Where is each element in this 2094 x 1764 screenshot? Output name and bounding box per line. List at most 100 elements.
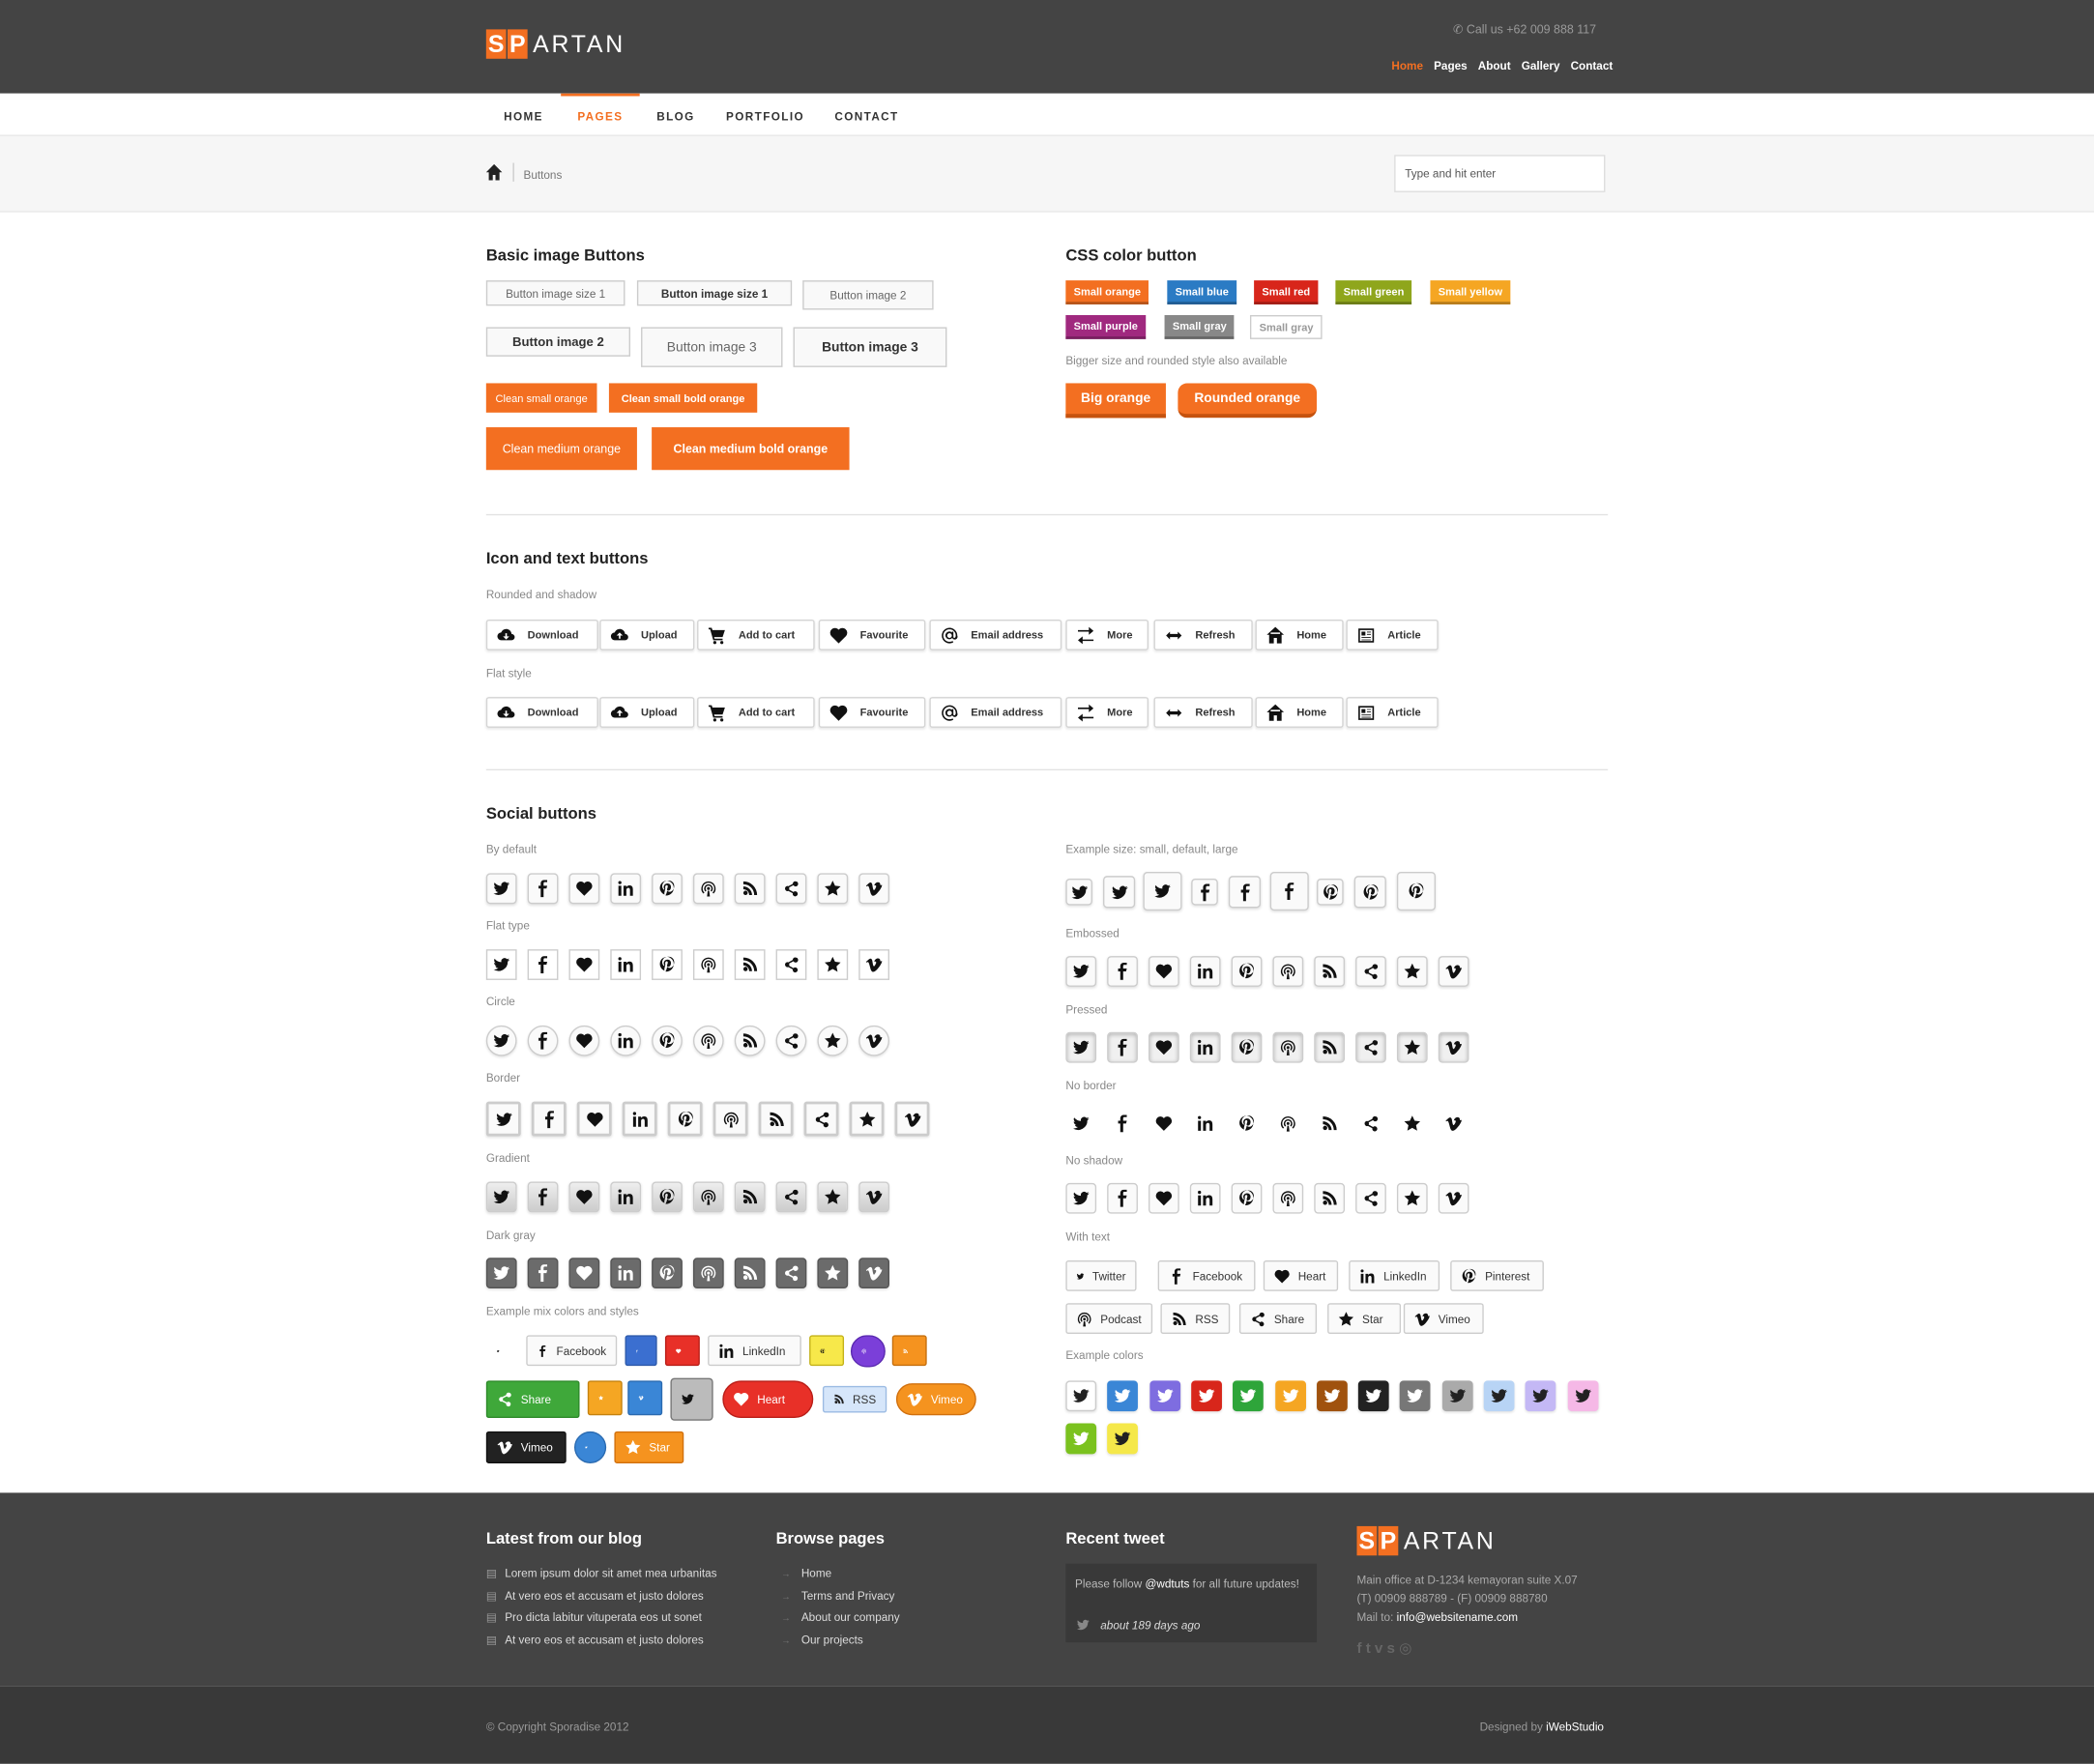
pinterest-button[interactable] xyxy=(652,1181,683,1213)
vimeo-button[interactable] xyxy=(627,1380,663,1416)
heart-button[interactable]: Favourite xyxy=(818,697,926,728)
star-button[interactable] xyxy=(1396,1182,1428,1214)
page-link-projects[interactable]: Our projects xyxy=(781,1633,863,1646)
twitter-color-button[interactable] xyxy=(1233,1380,1265,1412)
twitter-color-button[interactable] xyxy=(1065,1380,1097,1412)
clean-small-orange-button[interactable]: Clean small orange xyxy=(485,383,597,413)
facebook-button[interactable] xyxy=(531,1101,567,1137)
facebook-button[interactable] xyxy=(1107,1031,1138,1063)
podcast-button[interactable] xyxy=(692,949,724,980)
share-button[interactable] xyxy=(1355,1109,1386,1140)
small-purple-button[interactable]: Small purple xyxy=(1065,315,1147,339)
linkedin-button[interactable] xyxy=(622,1101,657,1137)
twitter-button[interactable] xyxy=(485,1181,517,1213)
star-text-button[interactable]: Star xyxy=(614,1431,684,1463)
nav-portfolio[interactable]: PORTFOLIO xyxy=(712,94,819,136)
button-image-size-1[interactable]: Button image size 1 xyxy=(485,280,625,306)
share-button[interactable] xyxy=(1355,956,1386,987)
linkedin-button[interactable] xyxy=(610,873,642,905)
star-button[interactable] xyxy=(587,1380,623,1416)
heart-button[interactable] xyxy=(568,949,600,980)
twitter-button[interactable] xyxy=(573,1431,607,1463)
heart-text-button[interactable]: Heart xyxy=(722,1380,814,1419)
twitter-button[interactable] xyxy=(1065,956,1097,987)
clean-medium-bold-orange-button[interactable]: Clean medium bold orange xyxy=(652,427,850,471)
cart-button[interactable]: Add to cart xyxy=(697,697,815,728)
facebook-button[interactable] xyxy=(527,1025,559,1056)
twitter-button[interactable] xyxy=(485,1258,517,1289)
twitter-button[interactable] xyxy=(485,873,517,905)
pinterest-button[interactable] xyxy=(1232,1109,1263,1140)
podcast-button[interactable] xyxy=(1272,1031,1304,1063)
button-image-2-bold[interactable]: Button image 2 xyxy=(485,327,631,357)
vimeo-button[interactable] xyxy=(1439,1109,1469,1140)
toplink-gallery[interactable]: Gallery xyxy=(1522,59,1560,72)
share-button[interactable] xyxy=(775,873,807,905)
heart-button[interactable] xyxy=(1148,956,1179,987)
cart-button[interactable]: Add to cart xyxy=(697,619,815,651)
facebook-button[interactable] xyxy=(1107,1109,1138,1140)
blog-link[interactable]: ▤ At vero eos et accusam et justo dolores xyxy=(486,1633,704,1647)
twitter-button[interactable] xyxy=(485,1101,521,1137)
facebook-text-button[interactable]: Facebook xyxy=(1157,1260,1256,1291)
linkedin-button[interactable] xyxy=(1189,1182,1221,1214)
small-red-button[interactable]: Small red xyxy=(1254,280,1319,304)
twitter-color-button[interactable] xyxy=(1274,1380,1306,1412)
vimeo-button[interactable] xyxy=(858,949,889,980)
facebook-button[interactable] xyxy=(1107,956,1138,987)
linkedin-text-button[interactable]: LinkedIn xyxy=(708,1335,801,1367)
page-link-about[interactable]: About our company xyxy=(781,1610,900,1624)
toplink-pages[interactable]: Pages xyxy=(1434,59,1468,72)
button-image-size-1-bold[interactable]: Button image size 1 xyxy=(636,280,793,306)
rss-button[interactable] xyxy=(1314,1182,1346,1214)
pinterest-button[interactable] xyxy=(1396,872,1436,911)
pinterest-button[interactable] xyxy=(652,1258,683,1289)
linkedin-text-button[interactable]: LinkedIn xyxy=(1349,1260,1440,1291)
rss-button[interactable] xyxy=(891,1335,927,1367)
nav-pages[interactable]: PAGES xyxy=(561,93,640,136)
vimeo-text-button[interactable]: Vimeo xyxy=(485,1431,567,1463)
twitter-button[interactable] xyxy=(485,949,517,980)
twitter-color-button[interactable] xyxy=(1400,1380,1431,1412)
rounded-orange-button[interactable]: Rounded orange xyxy=(1178,383,1318,419)
podcast-button[interactable] xyxy=(1272,1109,1303,1140)
vimeo-text-button[interactable]: Vimeo xyxy=(1403,1303,1484,1334)
home-button[interactable]: Home xyxy=(1255,697,1344,728)
small-blue-button[interactable]: Small blue xyxy=(1167,280,1237,304)
star-button[interactable] xyxy=(817,1181,849,1213)
facebook-text-button[interactable]: Facebook xyxy=(526,1335,618,1367)
vimeo-button[interactable] xyxy=(1438,1031,1469,1063)
linkedin-button[interactable] xyxy=(610,1181,642,1213)
mail-link[interactable]: info@websitename.com xyxy=(1397,1610,1518,1624)
podcast-button[interactable] xyxy=(692,873,724,905)
facebook-button[interactable] xyxy=(527,873,559,905)
vimeo-icon[interactable]: v xyxy=(1375,1641,1387,1658)
toplink-contact[interactable]: Contact xyxy=(1571,59,1614,72)
vimeo-button[interactable] xyxy=(858,1025,889,1056)
vimeo-button[interactable] xyxy=(1438,1182,1469,1214)
pinterest-button[interactable] xyxy=(652,1025,683,1056)
more-button[interactable]: More xyxy=(1065,697,1149,728)
vimeo-text-button[interactable]: Vimeo xyxy=(895,1383,976,1416)
blog-link[interactable]: ▤ Pro dicta labitur vituperata eos ut son… xyxy=(486,1610,702,1625)
star-button[interactable] xyxy=(817,1025,849,1056)
twitter-button[interactable] xyxy=(486,1335,518,1366)
small-green-button[interactable]: Small green xyxy=(1335,280,1412,304)
pinterest-button[interactable] xyxy=(652,873,683,905)
article-button[interactable]: Article xyxy=(1346,697,1439,728)
twitter-color-button[interactable] xyxy=(1441,1380,1473,1412)
toplink-home[interactable]: Home xyxy=(1391,59,1423,72)
upload-button[interactable]: Upload xyxy=(599,697,695,728)
share-button[interactable] xyxy=(775,949,807,980)
small-gray-outline-button[interactable]: Small gray xyxy=(1249,315,1323,339)
facebook-button[interactable] xyxy=(1191,878,1218,906)
home-button[interactable]: Home xyxy=(1255,619,1344,651)
more-button[interactable]: More xyxy=(1065,619,1149,651)
twitter-button[interactable] xyxy=(1065,878,1092,906)
linkedin-button[interactable] xyxy=(1190,1109,1221,1140)
heart-button[interactable] xyxy=(568,873,600,905)
pinterest-button[interactable] xyxy=(652,949,683,980)
vimeo-button[interactable] xyxy=(858,873,889,905)
clean-small-bold-orange-button[interactable]: Clean small bold orange xyxy=(608,383,758,413)
rss-button[interactable] xyxy=(1314,1109,1345,1140)
